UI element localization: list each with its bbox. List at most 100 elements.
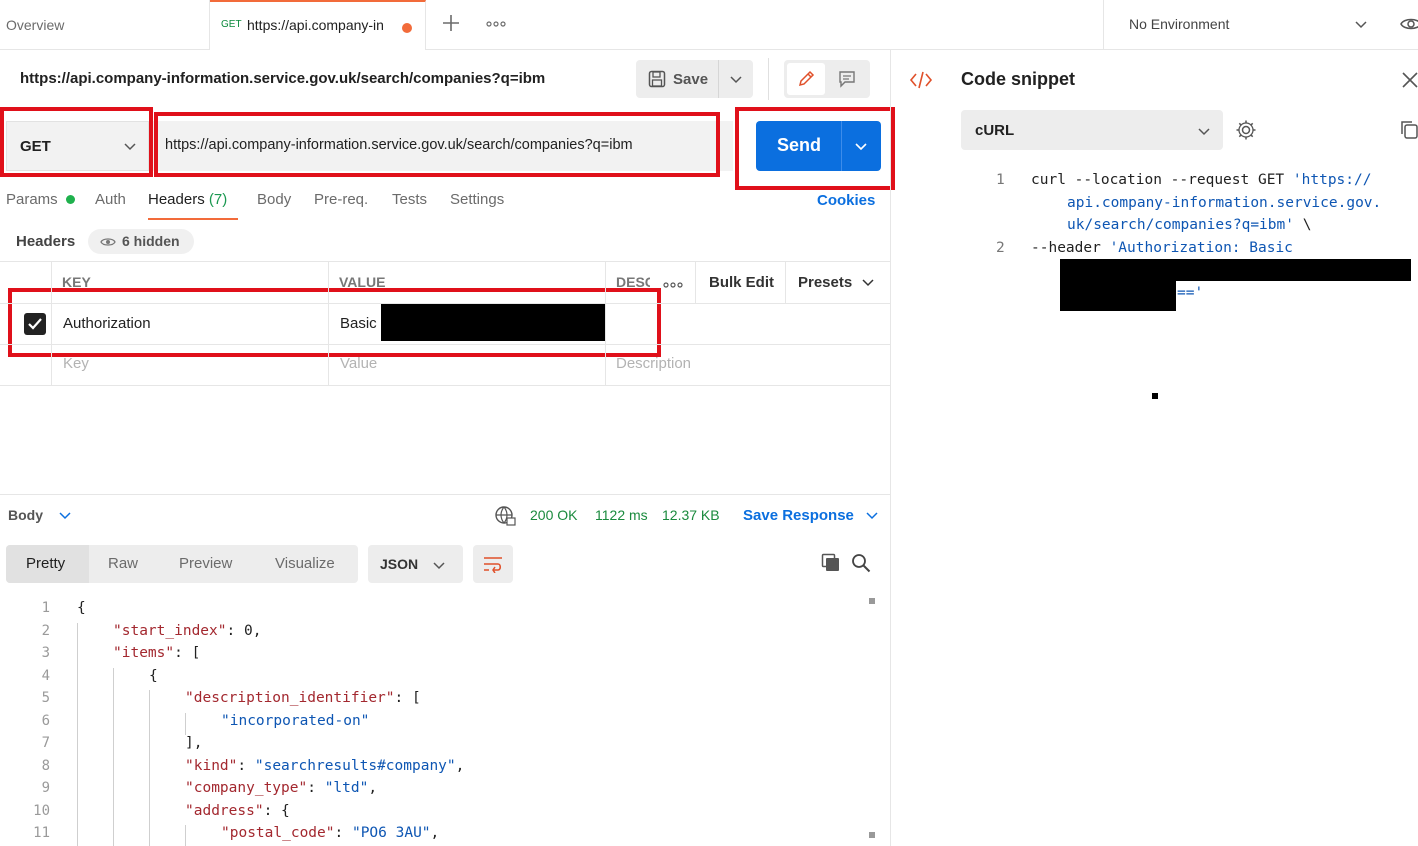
- code-token: : [: [394, 690, 421, 706]
- line-number: 3: [41, 645, 50, 661]
- tab-tests[interactable]: Tests: [392, 191, 427, 208]
- tab-params[interactable]: Params: [6, 191, 75, 208]
- chevron-down-icon[interactable]: [729, 72, 743, 89]
- value-placeholder[interactable]: Value: [340, 355, 377, 372]
- key-placeholder[interactable]: Key: [63, 355, 89, 372]
- code-token: "incorporated-on": [221, 712, 370, 729]
- url-input[interactable]: https://api.company-information.service.…: [153, 121, 733, 171]
- code-token: "address": [185, 802, 264, 819]
- cookies-link[interactable]: Cookies: [817, 192, 875, 209]
- redaction-block: [1060, 280, 1176, 311]
- response-time[interactable]: 1122 ms: [595, 507, 648, 523]
- indent-guide: [77, 712, 78, 735]
- response-code-view[interactable]: 1{2 "start_index": 0, 3 "items": [4{5 "descr…: [0, 598, 880, 846]
- response-body-dropdown[interactable]: Body: [8, 507, 71, 524]
- code-token: {: [149, 667, 158, 684]
- search-icon[interactable]: [851, 553, 871, 576]
- chevron-down-icon: [1197, 124, 1211, 141]
- col-key-header: KEY: [62, 274, 91, 290]
- save-button[interactable]: Save: [636, 60, 753, 98]
- tab-method: GET: [221, 19, 242, 30]
- tab-headers[interactable]: Headers (7): [148, 191, 227, 208]
- environment-selector[interactable]: No Environment: [1103, 0, 1418, 49]
- code-line: "postal_code": "PO6 3AU",: [221, 825, 439, 841]
- tab-auth[interactable]: Auth: [95, 191, 126, 208]
- tab-body-label: Body: [257, 191, 292, 208]
- chevron-down-icon[interactable]: [854, 139, 868, 156]
- tab-raw[interactable]: Raw: [108, 555, 138, 572]
- tab-request[interactable]: GET https://api.company-in: [210, 0, 426, 50]
- indent-guide: [77, 622, 78, 645]
- description-placeholder[interactable]: Description: [616, 355, 691, 372]
- save-response-button[interactable]: Save Response: [743, 507, 878, 525]
- indent-guide: [113, 757, 114, 780]
- tab-settings[interactable]: Settings: [450, 191, 504, 208]
- scrollbar[interactable]: [866, 598, 876, 846]
- method-select[interactable]: GET: [6, 121, 149, 171]
- snippet-auth-end: ==': [1177, 285, 1204, 301]
- mode-toggle[interactable]: [784, 60, 870, 98]
- response-size[interactable]: 12.37 KB: [662, 507, 720, 523]
- indent-guide: [77, 825, 78, 846]
- snippet-line-number: 1: [996, 172, 1005, 188]
- hidden-count: 6 hidden: [122, 233, 180, 249]
- ellipsis-icon[interactable]: [486, 17, 506, 29]
- url-text: https://api.company-information.service.…: [165, 137, 633, 153]
- header-value[interactable]: Basic: [340, 315, 377, 332]
- copy-icon[interactable]: [1399, 119, 1418, 144]
- format-select[interactable]: JSON: [368, 545, 463, 583]
- status-code[interactable]: 200 OK: [530, 507, 577, 523]
- indent-guide: [77, 645, 78, 668]
- tab-prereq-label: Pre-req.: [314, 191, 369, 208]
- divider: [0, 344, 890, 345]
- save-icon: [648, 70, 666, 91]
- copy-icon[interactable]: [821, 553, 841, 576]
- snippet-continuation: \: [1293, 217, 1312, 233]
- indent-guide: [113, 802, 114, 825]
- tab-body[interactable]: Body: [257, 191, 291, 208]
- snippet-title: Code snippet: [961, 69, 1076, 89]
- comment-icon[interactable]: [838, 70, 856, 91]
- plus-icon[interactable]: [441, 13, 461, 33]
- code-token: {: [77, 600, 86, 616]
- tab-auth-label: Auth: [95, 191, 126, 208]
- header-key[interactable]: Authorization: [63, 315, 151, 332]
- edit-mode-button[interactable]: [787, 63, 825, 95]
- line-number: 1: [41, 600, 50, 616]
- tab-pretty[interactable]: Pretty: [6, 545, 89, 583]
- presets-label: Presets: [798, 274, 853, 291]
- bulk-edit-button[interactable]: Bulk Edit: [709, 274, 774, 291]
- chevron-down-icon: [433, 558, 445, 574]
- divider: [0, 261, 890, 262]
- indent-guide: [77, 667, 78, 690]
- indent-guide: [149, 780, 150, 803]
- close-icon[interactable]: [1401, 71, 1418, 92]
- indent-guide: [149, 757, 150, 780]
- eye-icon[interactable]: [1400, 14, 1418, 37]
- code-token: : {: [263, 802, 290, 819]
- line-number: 4: [41, 667, 50, 684]
- code-token: ,: [455, 757, 465, 774]
- gear-icon[interactable]: [1235, 119, 1257, 144]
- globe-icon[interactable]: [494, 505, 516, 530]
- ellipsis-icon[interactable]: [663, 277, 683, 293]
- code-token: "description_identifier": [185, 690, 395, 706]
- tab-title: https://api.company-in: [247, 17, 384, 33]
- response-body-label: Body: [8, 507, 43, 523]
- tab-overview[interactable]: Overview: [0, 0, 210, 49]
- presets-button[interactable]: Presets: [798, 274, 874, 292]
- hidden-headers-toggle[interactable]: 6 hidden: [88, 229, 194, 254]
- tab-preview[interactable]: Preview: [179, 555, 232, 572]
- divider: [695, 261, 696, 303]
- indent-guide: [149, 802, 150, 825]
- snippet-url-cont: api.company-information.service.gov.: [1067, 195, 1382, 211]
- indent-guide: [113, 690, 114, 713]
- wrap-lines-button[interactable]: [473, 545, 513, 583]
- send-button[interactable]: Send: [756, 121, 881, 171]
- tab-prereq[interactable]: Pre-req.: [314, 191, 368, 208]
- language-select[interactable]: cURL: [961, 110, 1223, 150]
- header-enabled-checkbox[interactable]: [24, 313, 46, 335]
- code-token: :: [334, 825, 352, 841]
- tab-visualize[interactable]: Visualize: [275, 555, 335, 572]
- indent-guide: [113, 667, 114, 690]
